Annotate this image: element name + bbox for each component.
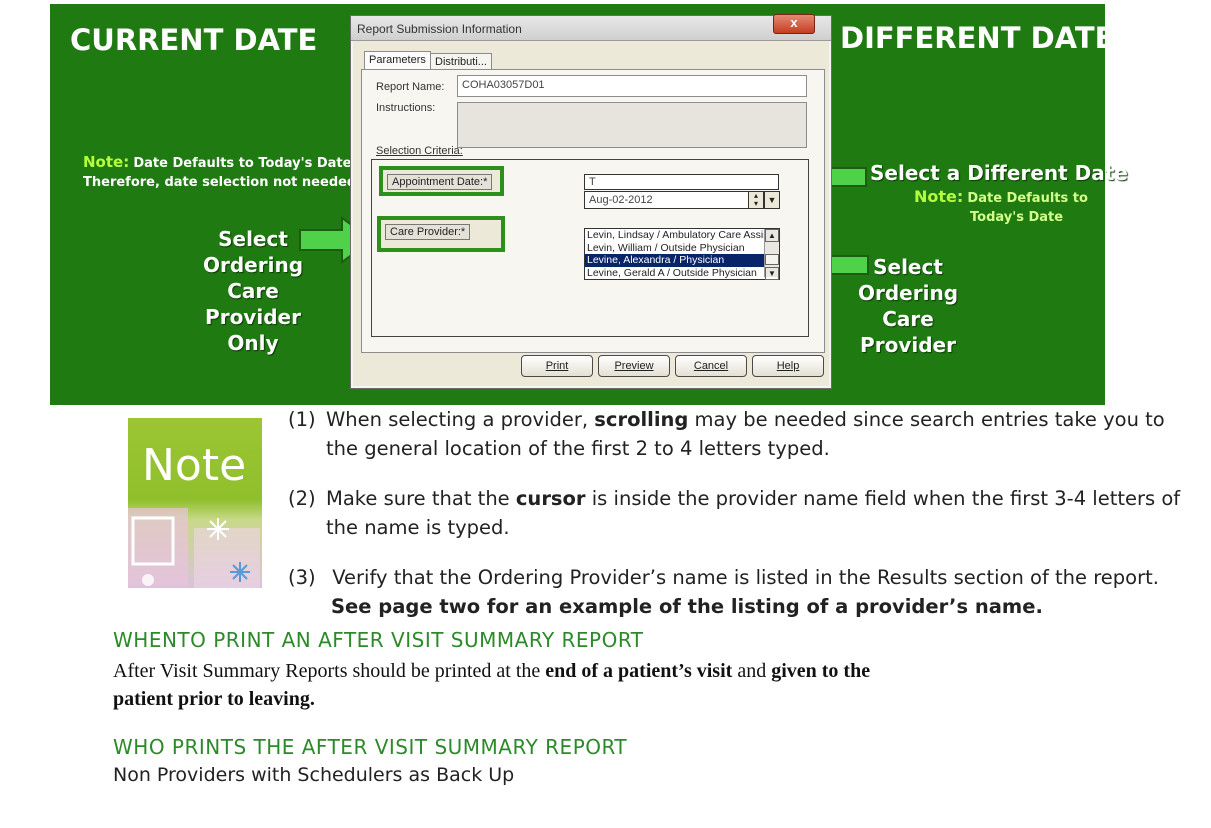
left-note-line1: Date Defaults to Today's Date	[133, 156, 352, 171]
note-graphic: Note	[128, 418, 262, 588]
report-name-field[interactable]: COHA03057D01	[457, 75, 807, 97]
note-text: is inside the provider name field when t…	[585, 487, 1181, 510]
report-submission-dialog: Report Submission Information x Paramete…	[350, 14, 832, 389]
right-note-label: Note:	[914, 187, 964, 206]
callout-line: Provider	[205, 305, 301, 329]
scroll-up-icon[interactable]: ▲	[765, 229, 779, 242]
preview-button[interactable]: Preview	[598, 355, 670, 377]
section-heading-when: WHENTO PRINT AN AFTER VISIT SUMMARY REPO…	[113, 628, 644, 652]
provider-list-scrollbar[interactable]: ▲ ▼	[764, 229, 779, 280]
current-date-title: CURRENT DATE	[70, 23, 318, 57]
select-different-date-callout: Select a Different Date	[870, 161, 1128, 185]
provider-list[interactable]: Levin, Lindsay / Ambulatory Care Assist …	[584, 228, 780, 280]
report-name-label: Report Name:	[376, 81, 445, 93]
right-note: Note: Date Defaults to	[914, 187, 1088, 206]
body-text: and	[732, 660, 772, 682]
note-text: Verify that the Ordering Provider’s name…	[326, 566, 1159, 589]
tab-distribution[interactable]: Distributi...	[430, 53, 492, 70]
flower-decoration-icon	[128, 508, 260, 588]
callout-line: Care	[227, 279, 279, 303]
list-item[interactable]: Levine, Gerald A / Outside Physician	[585, 267, 779, 280]
chevron-down-icon[interactable]: ▼	[764, 191, 780, 209]
note-item-2-line2: the name is typed.	[326, 516, 510, 539]
section-body-who: Non Providers with Schedulers as Back Up	[113, 764, 515, 786]
callout-line: Only	[227, 331, 279, 355]
instructions-field[interactable]	[457, 102, 807, 148]
section-heading-who: WHO PRINTS THE AFTER VISIT SUMMARY REPOR…	[113, 735, 628, 759]
left-note-label: Note:	[83, 153, 130, 171]
note-number: (3)	[288, 566, 316, 589]
spinner-arrows-icon[interactable]: ▴ ▾	[748, 191, 764, 209]
dialog-title: Report Submission Information	[357, 22, 522, 36]
care-provider-highlight: Care Provider:*	[377, 216, 505, 252]
section-body-when-line2: patient prior to leaving.	[113, 688, 315, 710]
help-button[interactable]: Help	[752, 355, 824, 377]
print-button[interactable]: Print	[521, 355, 593, 377]
care-provider-label: Care Provider:*	[385, 224, 471, 240]
dialog-titlebar: Report Submission Information	[351, 16, 831, 41]
appointment-date-highlight: Appointment Date:*	[379, 166, 504, 196]
list-item[interactable]: Levin, William / Outside Physician	[585, 242, 779, 255]
callout-line: Care	[882, 307, 934, 331]
note-item-1: (1) When selecting a provider, scrolling …	[288, 405, 1165, 434]
close-icon[interactable]: x	[773, 14, 815, 34]
note-text-bold: scrolling	[594, 408, 689, 431]
cancel-button[interactable]: Cancel	[675, 355, 747, 377]
date-text-field[interactable]: T	[584, 174, 779, 190]
note-text: When selecting a provider,	[326, 408, 595, 431]
note-item-1-line2: the general location of the first 2 to 4…	[326, 437, 830, 460]
note-text: Make sure that the	[326, 487, 516, 510]
right-note-line2: Today's Date	[970, 210, 1064, 225]
tab-parameters[interactable]: Parameters	[364, 51, 431, 70]
right-note-line1: Date Defaults to	[967, 191, 1088, 206]
body-text-bold: given to the	[771, 660, 871, 682]
note-item-2: (2) Make sure that the cursor is inside t…	[288, 484, 1180, 513]
note-item-3: (3) Verify that the Ordering Provider’s …	[288, 563, 1159, 592]
note-item-3-line2: See page two for an example of the listi…	[331, 595, 1043, 618]
list-item[interactable]: Levine, Alexandra / Physician	[585, 254, 779, 267]
left-note-line2: Therefore, date selection not needed.	[83, 175, 362, 190]
selection-criteria-label: Selection Criteria:	[376, 145, 463, 157]
body-text-bold: end of a patient’s visit	[545, 660, 733, 682]
left-note: Note: Date Defaults to Today's Date	[83, 153, 351, 171]
list-item[interactable]: Levin, Lindsay / Ambulatory Care Assist	[585, 229, 779, 242]
body-text: After Visit Summary Reports should be pr…	[113, 660, 546, 682]
section-body-when-line1: After Visit Summary Reports should be pr…	[113, 657, 870, 685]
scroll-thumb[interactable]	[765, 254, 779, 265]
note-number: (1)	[288, 408, 316, 431]
note-text-bold: cursor	[515, 487, 586, 510]
note-graphic-word: Note	[142, 440, 247, 491]
instructions-label: Instructions:	[376, 102, 436, 114]
note-number: (2)	[288, 487, 316, 510]
date-spinner-field[interactable]: Aug-02-2012	[584, 191, 750, 209]
appointment-date-label: Appointment Date:*	[387, 174, 493, 190]
note-text: may be needed since search entries take …	[688, 408, 1165, 431]
scroll-down-icon[interactable]: ▼	[765, 267, 779, 280]
callout-line: Provider	[860, 333, 956, 357]
different-date-title: DIFFERENT DATE	[840, 21, 1115, 55]
